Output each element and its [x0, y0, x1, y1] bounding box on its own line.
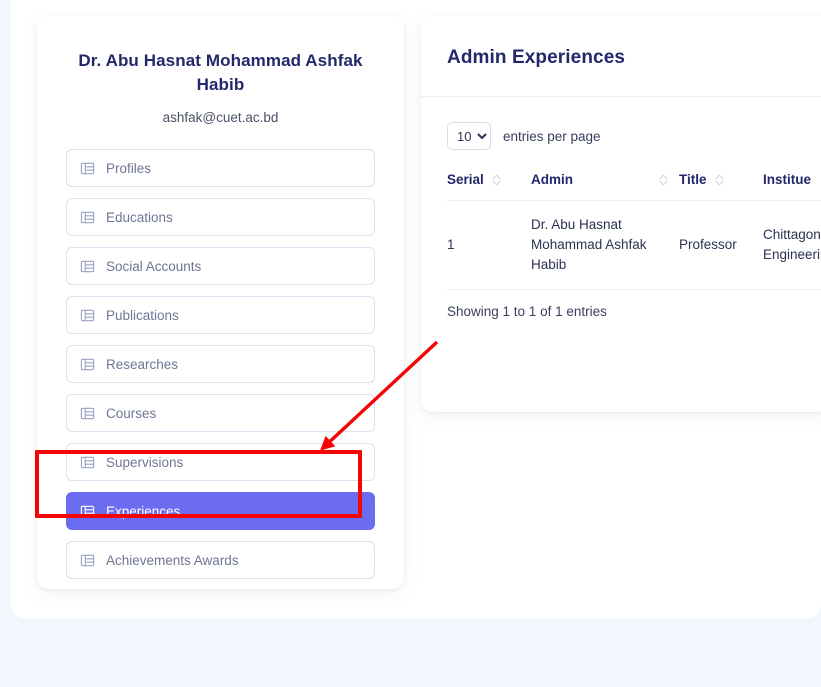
sidebar-item-label: Profiles [106, 161, 151, 176]
column-header-title[interactable]: Title [679, 172, 763, 201]
column-header-label: Institue [763, 172, 811, 187]
panel-divider [421, 96, 821, 97]
column-header-label: Admin [531, 172, 573, 187]
experiences-table-wrapper: Serial Admin [421, 172, 821, 289]
column-header-label: Title [679, 172, 707, 187]
table-icon [80, 210, 95, 225]
sidebar-item-label: Social Accounts [106, 259, 201, 274]
admin-experiences-card: Admin Experiences 10 25 50 100 entries p… [421, 16, 821, 412]
sort-icon[interactable] [714, 173, 725, 187]
table-header-row: Serial Admin [447, 172, 821, 201]
column-header-admin[interactable]: Admin [531, 172, 679, 201]
table-icon [80, 161, 95, 176]
sidebar-item-label: Supervisions [106, 455, 183, 470]
experiences-table: Serial Admin [447, 172, 821, 289]
table-body: 1 Dr. Abu Hasnat Mohammad Ashfak Habib P… [447, 201, 821, 290]
profile-sidebar-card: Dr. Abu Hasnat Mohammad Ashfak Habib ash… [37, 16, 404, 589]
sidebar-item-label: Courses [106, 406, 156, 421]
table-icon [80, 504, 95, 519]
cell-institue: Chittagong University of Engineering & T… [763, 201, 821, 290]
sidebar-item-researches[interactable]: Researches [66, 345, 375, 383]
sidebar-menu: Profiles Educations [66, 149, 375, 579]
table-icon [80, 259, 95, 274]
sidebar-item-publications[interactable]: Publications [66, 296, 375, 334]
column-header-institue[interactable]: Institue [763, 172, 821, 201]
table-icon [80, 406, 95, 421]
column-header-label: Serial [447, 172, 484, 187]
table-icon [80, 553, 95, 568]
showing-entries-text: Showing 1 to 1 of 1 entries [447, 304, 821, 319]
sidebar-item-educations[interactable]: Educations [66, 198, 375, 236]
table-row: 1 Dr. Abu Hasnat Mohammad Ashfak Habib P… [447, 201, 821, 290]
entries-per-page-label: entries per page [503, 129, 601, 144]
sidebar-item-supervisions[interactable]: Supervisions [66, 443, 375, 481]
table-head: Serial Admin [447, 172, 821, 201]
panel-title: Admin Experiences [447, 47, 821, 69]
cell-serial: 1 [447, 201, 531, 290]
sidebar-item-experiences[interactable]: Experiences [66, 492, 375, 530]
sidebar-item-achievements-awards[interactable]: Achievements Awards [66, 541, 375, 579]
sidebar-item-label: Achievements Awards [106, 553, 239, 568]
column-header-serial[interactable]: Serial [447, 172, 531, 201]
table-icon [80, 357, 95, 372]
entries-per-page-select[interactable]: 10 25 50 100 [447, 122, 491, 150]
sort-icon[interactable] [491, 173, 502, 187]
sort-icon[interactable] [658, 173, 669, 187]
page-left-strip [0, 0, 11, 618]
sidebar-item-label: Publications [106, 308, 179, 323]
cell-title: Professor [679, 201, 763, 290]
cell-admin: Dr. Abu Hasnat Mohammad Ashfak Habib [531, 201, 679, 290]
profile-email: ashfak@cuet.ac.bd [37, 110, 404, 125]
table-icon [80, 308, 95, 323]
sidebar-item-label: Experiences [106, 504, 180, 519]
page-title: Dr. Abu Hasnat Mohammad Ashfak Habib [57, 49, 384, 97]
sidebar-item-social-accounts[interactable]: Social Accounts [66, 247, 375, 285]
table-footer-divider [447, 289, 821, 290]
sidebar-item-label: Educations [106, 210, 173, 225]
sidebar-item-label: Researches [106, 357, 178, 372]
sidebar-item-profiles[interactable]: Profiles [66, 149, 375, 187]
table-icon [80, 455, 95, 470]
page-lower-background [0, 618, 821, 687]
sidebar-item-courses[interactable]: Courses [66, 394, 375, 432]
entries-per-page-row: 10 25 50 100 entries per page [447, 122, 821, 150]
